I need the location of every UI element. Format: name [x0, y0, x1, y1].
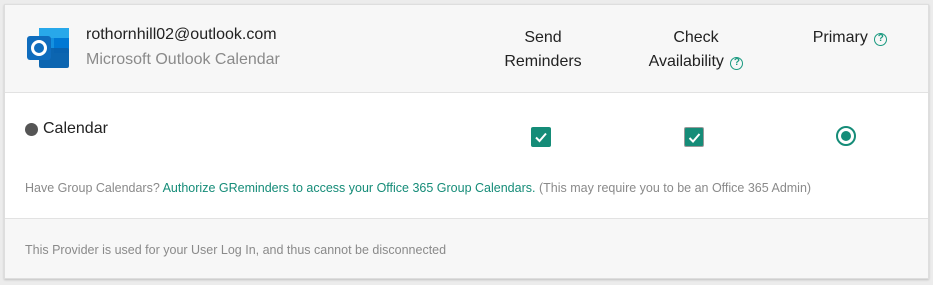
outlook-logo-icon — [25, 26, 71, 70]
check-availability-checkbox[interactable] — [684, 127, 704, 147]
send-reminders-checkbox[interactable] — [531, 127, 551, 147]
group-calendars-suffix: (This may require you to be an Office 36… — [538, 181, 812, 195]
authorize-group-calendars-link[interactable]: Authorize GReminders to access your Offi… — [163, 181, 536, 195]
calendar-color-dot — [25, 123, 38, 136]
account-email: rothornhill02@outlook.com — [86, 26, 277, 43]
help-icon[interactable]: ? — [730, 57, 744, 70]
provider-name: Microsoft Outlook Calendar — [86, 51, 280, 68]
send-reminders-line1: Send — [524, 29, 562, 46]
column-header-send-reminders: Send Reminders — [493, 26, 593, 74]
provider-header: rothornhill02@outlook.com Microsoft Outl… — [5, 5, 928, 93]
send-reminders-line2: Reminders — [504, 53, 582, 70]
column-header-primary: Primary ? — [800, 26, 900, 50]
footer-notice: This Provider is used for your User Log … — [25, 243, 447, 257]
primary-radio[interactable] — [836, 126, 856, 146]
group-calendars-prefix: Have Group Calendars? — [25, 181, 160, 195]
primary-label: Primary — [812, 29, 868, 46]
group-calendars-notice: Have Group Calendars? Authorize GReminde… — [25, 181, 811, 195]
checkmark-icon — [535, 132, 547, 143]
calendar-provider-card: rothornhill02@outlook.com Microsoft Outl… — [4, 4, 929, 279]
radio-selected-dot — [841, 131, 851, 141]
checkmark-icon — [688, 133, 701, 143]
help-icon[interactable]: ? — [874, 33, 888, 46]
column-header-check-availability: Check Availability ? — [635, 26, 757, 74]
check-availability-line2: Availability — [648, 53, 724, 70]
provider-footer: This Provider is used for your User Log … — [5, 218, 928, 278]
calendar-name: Calendar — [43, 120, 108, 137]
check-availability-line1: Check — [673, 29, 719, 46]
